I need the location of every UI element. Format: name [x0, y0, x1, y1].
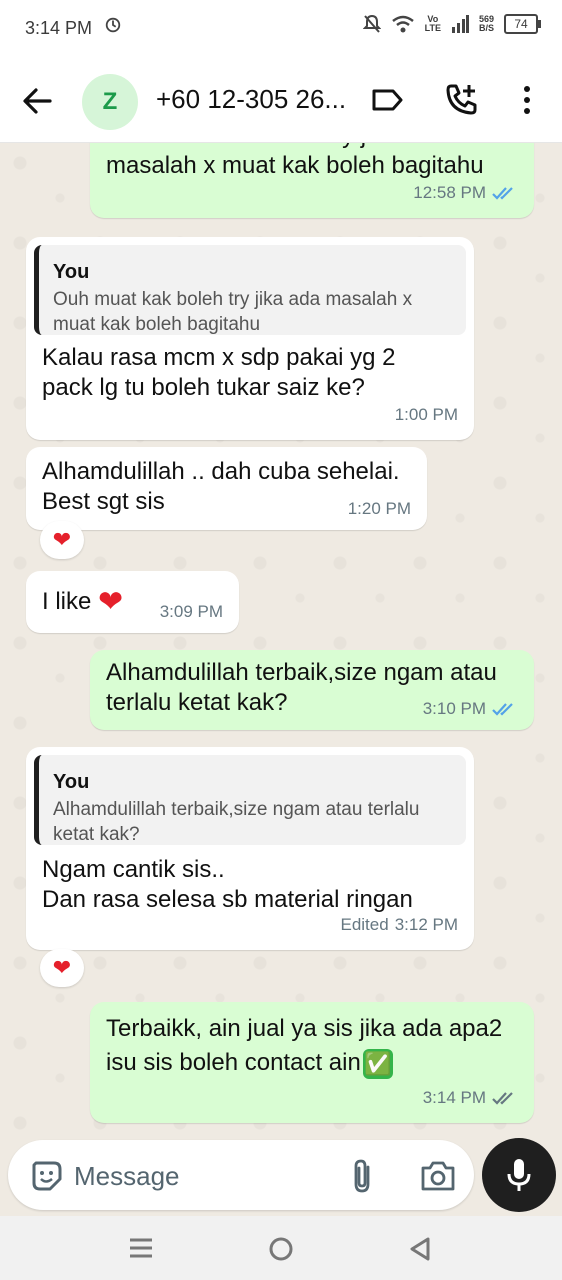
message-time: 12:58 PM [413, 183, 486, 202]
message-box [8, 1140, 474, 1210]
status-time: 3:14 PM [25, 18, 93, 38]
read-ticks-icon [492, 187, 513, 200]
voice-record-button[interactable] [482, 1138, 556, 1212]
message-time: 1:00 PM [394, 405, 458, 424]
status-bar: 3:14 PM Vo LTE 569 B/S 74 [0, 0, 562, 58]
message-bubble-incoming[interactable]: You Alhamdulillah terbaik,size ngam atau… [26, 747, 474, 950]
message-text-line: Alhamdulillah terbaik,size ngam atau [106, 659, 497, 686]
message-meta: 1:00 PM [395, 400, 458, 430]
heart-reaction[interactable]: ❤ [40, 521, 84, 559]
attach-icon[interactable] [348, 1158, 378, 1194]
volte-indicator: Vo LTE [424, 14, 441, 33]
quote-text: Ouh muat kak boleh try jika ada masalah … [53, 289, 413, 335]
message-input[interactable] [72, 1153, 336, 1199]
message-text: masalah x muat kak boleh bagitahu [106, 152, 484, 179]
recents-icon[interactable] [128, 1236, 154, 1260]
heart-emoji: ❤ [98, 585, 124, 619]
message-time: 3:09 PM [159, 602, 223, 621]
read-ticks-icon [492, 703, 513, 716]
quote-author: You [53, 261, 90, 283]
quoted-message[interactable]: You Alhamdulillah terbaik,size ngam atau… [34, 755, 466, 845]
camera-icon[interactable] [420, 1160, 456, 1192]
message-text-line: Alhamdulillah .. dah cuba sehelai. [42, 458, 400, 485]
quote-author: You [53, 771, 90, 793]
message-meta: 3:09 PM [160, 597, 223, 627]
battery-indicator: 74 [504, 14, 541, 34]
quote-text: Alhamdulillah terbaik,size ngam atau ter… [53, 799, 420, 845]
mute-icon [362, 14, 381, 33]
message-bubble-outgoing[interactable]: Ouh muat kak boleh try jika ada masalah … [90, 143, 534, 218]
message-bubble-outgoing[interactable]: Alhamdulillah terbaik,size ngam atau ter… [90, 650, 534, 730]
message-text-line: Ngam cantik sis.. [42, 856, 225, 883]
system-nav-bar [0, 1216, 562, 1280]
sticker-icon[interactable] [30, 1159, 64, 1193]
chat-area[interactable]: Ouh muat kak boleh try jika ada masalah … [0, 143, 562, 1136]
avatar[interactable]: Z [82, 74, 138, 130]
more-vert-icon[interactable] [509, 82, 545, 118]
message-bubble-outgoing[interactable]: Terbaikk, ain jual ya sis jika ada apa2 … [90, 1002, 534, 1123]
back-arrow-icon[interactable] [20, 84, 54, 118]
label-icon[interactable] [369, 82, 405, 118]
message-bubble-incoming[interactable]: Alhamdulillah .. dah cuba sehelai. Best … [26, 447, 427, 530]
check-mark-emoji: ✅ [362, 1048, 393, 1079]
message-meta: 3:14 PM [423, 1083, 518, 1113]
message-text-line: Terbaikk, ain jual ya sis jika ada apa2 [106, 1015, 503, 1042]
delivered-ticks-icon [492, 1092, 513, 1105]
message-meta: Edited 3:12 PM [340, 910, 458, 940]
wifi-icon [391, 15, 414, 33]
contact-name[interactable]: +60 12-305 26... [156, 84, 352, 115]
sync-icon [105, 17, 121, 33]
signal-icon [451, 15, 469, 33]
edited-label: Edited [340, 915, 389, 934]
message-text-line: isu sis boleh contact ain ✅ [106, 1048, 518, 1079]
back-nav-icon[interactable] [408, 1236, 432, 1262]
composer-bar [0, 1136, 562, 1216]
message-time: 1:20 PM [347, 499, 411, 518]
heart-reaction[interactable]: ❤ [40, 949, 84, 987]
message-text-partial: Ouh muat kak boleh try jika ada [106, 143, 518, 151]
chat-header: Z +60 12-305 26... [0, 58, 562, 143]
message-meta: 12:58 PM [413, 178, 518, 208]
quoted-message[interactable]: You Ouh muat kak boleh try jika ada masa… [34, 245, 466, 335]
home-icon[interactable] [268, 1236, 294, 1262]
network-speed: 569 B/S [478, 14, 494, 33]
message-meta: 1:20 PM [348, 494, 411, 524]
message-text-line: pack lg tu boleh tukar saiz ke? [42, 374, 365, 401]
add-call-icon[interactable] [443, 82, 479, 118]
message-meta: 3:10 PM [423, 694, 518, 724]
message-time: 3:12 PM [394, 915, 458, 934]
message-bubble-incoming[interactable]: You Ouh muat kak boleh try jika ada masa… [26, 237, 474, 440]
message-time: 3:10 PM [422, 699, 486, 718]
status-icons: Vo LTE 569 B/S 74 [362, 14, 541, 34]
message-bubble-incoming[interactable]: I like ❤ 3:09 PM [26, 571, 239, 633]
message-text-line: Kalau rasa mcm x sdp pakai yg 2 [42, 344, 396, 371]
mic-icon [507, 1159, 531, 1191]
message-time: 3:14 PM [422, 1088, 486, 1107]
